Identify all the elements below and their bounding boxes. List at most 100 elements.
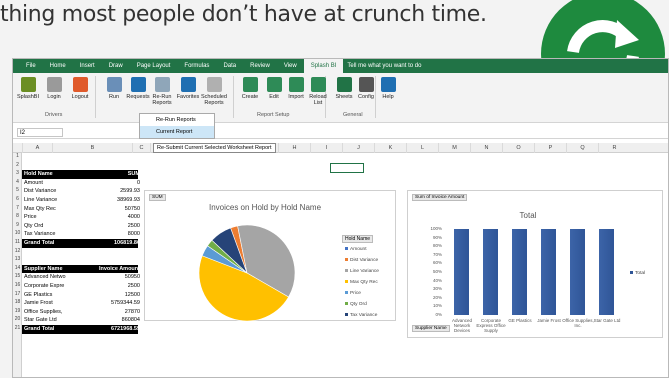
cell[interactable]: Max Qty Rec — [24, 205, 96, 214]
tab-page-layout[interactable]: Page Layout — [130, 59, 178, 73]
column-header[interactable]: Q — [566, 143, 598, 153]
bar[interactable] — [512, 229, 527, 315]
pie-field-tag[interactable]: SUM — [149, 194, 166, 201]
row-header[interactable]: 16 — [13, 282, 22, 288]
cell[interactable]: Grand Total — [24, 325, 96, 334]
cell[interactable]: 12500 — [94, 291, 140, 300]
cell[interactable]: 8000 — [94, 230, 140, 239]
login-button[interactable]: Login — [41, 77, 67, 100]
favorites-button[interactable]: Favorites — [175, 77, 201, 100]
cell[interactable]: GE Plastics — [24, 291, 96, 300]
cell[interactable]: 6721968.59 — [94, 325, 140, 334]
column-header[interactable]: J — [342, 143, 374, 153]
row-header[interactable]: 2 — [13, 162, 22, 168]
run-button[interactable]: Run — [101, 77, 127, 100]
column-header[interactable]: P — [534, 143, 566, 153]
tab-home[interactable]: Home — [43, 59, 73, 73]
cell[interactable]: 50750 — [94, 205, 140, 214]
row-header[interactable]: 11 — [13, 239, 22, 245]
create-button[interactable]: Create — [237, 77, 263, 100]
cell[interactable]: Hold Name — [24, 170, 96, 179]
column-header[interactable]: A — [22, 143, 52, 153]
help-button[interactable]: Help — [375, 77, 401, 100]
bar-axis-tag[interactable]: Supplier Name — [412, 325, 450, 332]
cell[interactable]: 0 — [94, 179, 140, 188]
cell[interactable]: Jamie Frost — [24, 299, 96, 308]
row-header[interactable]: 12 — [13, 248, 22, 254]
cell[interactable]: 4000 — [94, 213, 140, 222]
name-box[interactable]: I2 — [17, 128, 63, 137]
cell[interactable]: Tax Variance — [24, 230, 96, 239]
bar[interactable] — [483, 229, 498, 315]
cell[interactable]: Grand Total — [24, 239, 96, 248]
tab-splash-bi[interactable]: Splash BI — [303, 59, 344, 73]
cell[interactable]: 50950 — [94, 273, 140, 282]
cell[interactable]: 27870 — [94, 308, 140, 317]
cell[interactable]: SUM — [94, 170, 140, 179]
reload-list-button[interactable]: Reload List — [305, 77, 331, 106]
column-header[interactable]: L — [406, 143, 438, 153]
column-header[interactable]: M — [438, 143, 470, 153]
tab-draw[interactable]: Draw — [102, 59, 130, 73]
row-header[interactable]: 15 — [13, 273, 22, 279]
cell[interactable]: Invoice Amount — [94, 265, 140, 274]
cell[interactable]: Office Supplies, — [24, 308, 96, 317]
column-header[interactable]: I — [310, 143, 342, 153]
column-header[interactable]: R — [598, 143, 630, 153]
tab-view[interactable]: View — [277, 59, 304, 73]
tab-insert[interactable]: Insert — [73, 59, 102, 73]
row-header[interactable]: 18 — [13, 299, 22, 305]
row-header[interactable]: 4 — [13, 179, 22, 185]
cell[interactable]: 106819.86 — [94, 239, 140, 248]
tab-data[interactable]: Data — [216, 59, 243, 73]
requests-button[interactable]: Requests — [125, 77, 151, 100]
cell[interactable]: 5759344.59 — [94, 299, 140, 308]
tell-me-search[interactable]: Tell me what you want to do — [347, 63, 421, 69]
row-header[interactable]: 10 — [13, 230, 22, 236]
cell[interactable]: Supplier Name — [24, 265, 96, 274]
menu-item-rerun-reports[interactable]: Re-Run Reports — [140, 114, 214, 126]
cell[interactable]: Qty Ord — [24, 222, 96, 231]
bar[interactable] — [541, 229, 556, 315]
menu-item-current-report[interactable]: Current Report — [140, 126, 214, 138]
bar[interactable] — [454, 229, 469, 315]
cell[interactable]: Advanced Netwo — [24, 273, 96, 282]
row-header[interactable]: 14 — [13, 265, 22, 271]
cell[interactable]: 2599.93 — [94, 187, 140, 196]
column-header[interactable]: K — [374, 143, 406, 153]
cell[interactable]: 2500 — [94, 222, 140, 231]
row-header[interactable]: 8 — [13, 213, 22, 219]
tab-formulas[interactable]: Formulas — [177, 59, 216, 73]
cell[interactable]: Corporate Expre — [24, 282, 96, 291]
row-header[interactable]: 13 — [13, 256, 22, 262]
tab-review[interactable]: Review — [243, 59, 277, 73]
logout-button[interactable]: Logout — [67, 77, 93, 100]
row-header[interactable]: 1 — [13, 153, 22, 159]
cell[interactable]: 860804 — [94, 316, 140, 325]
selected-cell[interactable] — [330, 163, 364, 173]
row-header[interactable]: 7 — [13, 205, 22, 211]
row-header[interactable]: 6 — [13, 196, 22, 202]
column-header[interactable]: N — [470, 143, 502, 153]
re-run-reports-button[interactable]: Re-Run Reports — [149, 77, 175, 106]
row-header[interactable]: 20 — [13, 316, 22, 322]
pie-legend-header[interactable]: Hold Name — [342, 235, 374, 243]
column-header[interactable]: O — [502, 143, 534, 153]
scheduled-reports-button[interactable]: Scheduled Reports — [201, 77, 227, 106]
splashbi-button[interactable]: SplashBI — [15, 77, 41, 100]
row-header[interactable]: 19 — [13, 308, 22, 314]
row-header[interactable]: 17 — [13, 291, 22, 297]
cell[interactable]: Dist Variance — [24, 187, 96, 196]
cell[interactable]: Star Gate Ltd — [24, 316, 96, 325]
cell[interactable]: Line Variance — [24, 196, 96, 205]
bar-field-tag[interactable]: Sum of Invoice Amount — [412, 194, 468, 201]
row-header[interactable]: 9 — [13, 222, 22, 228]
bar[interactable] — [599, 229, 614, 315]
column-header[interactable]: B — [52, 143, 132, 153]
column-header[interactable]: C — [132, 143, 150, 153]
cell[interactable]: 38969.93 — [94, 196, 140, 205]
cell[interactable]: 2500 — [94, 282, 140, 291]
cell[interactable]: Amount — [24, 179, 96, 188]
row-header[interactable]: 21 — [13, 325, 22, 331]
column-header[interactable]: H — [278, 143, 310, 153]
